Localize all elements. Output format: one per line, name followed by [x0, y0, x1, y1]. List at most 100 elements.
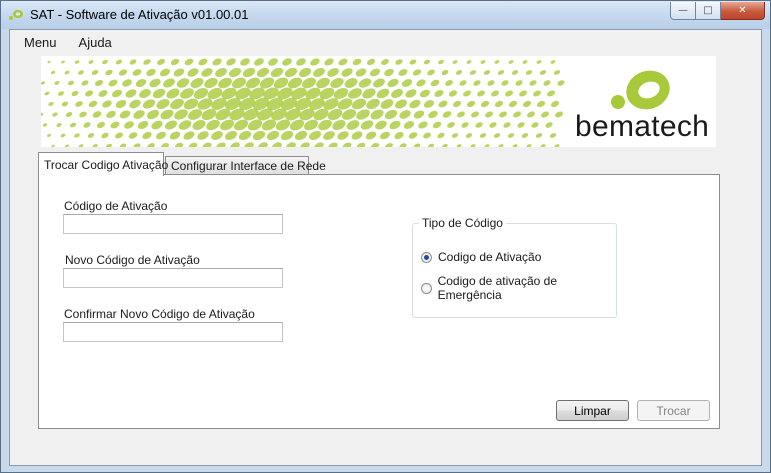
banner-dot — [342, 142, 352, 147]
title-bar[interactable]: SAT - Software de Ativação v01.00.01 — □… — [1, 1, 770, 29]
banner-dot — [313, 68, 325, 77]
banner-dot — [413, 143, 421, 147]
radio-unchecked-icon[interactable] — [421, 282, 432, 294]
maximize-button[interactable]: □ — [696, 2, 721, 20]
banner-dot — [327, 68, 339, 77]
banner-dot — [434, 90, 444, 97]
codigo-ativacao-input[interactable] — [63, 214, 283, 234]
banner-dot — [142, 99, 156, 109]
banner-dot — [497, 70, 505, 75]
banner-dot — [346, 120, 360, 130]
banner-dot — [212, 58, 222, 66]
banner-dot — [356, 142, 366, 147]
banner-dot — [391, 89, 403, 98]
banner-dot — [550, 60, 556, 64]
banner-dot — [535, 133, 543, 138]
banner-dot — [457, 111, 465, 118]
bematech-logo-icon — [611, 70, 670, 110]
banner-dot — [91, 69, 99, 76]
banner-dot — [84, 90, 94, 97]
banner-dot — [156, 131, 166, 140]
banner-dot — [452, 100, 462, 108]
limpar-button[interactable]: Limpar — [556, 400, 629, 421]
menu-item-ajuda[interactable]: Ajuda — [71, 35, 120, 50]
banner-dot — [139, 89, 151, 98]
banner-dot — [174, 142, 184, 147]
banner-dot — [101, 132, 109, 139]
banner-dot — [547, 90, 555, 97]
banner-dot — [403, 121, 415, 129]
banner-dot — [480, 100, 490, 108]
banner-dot — [366, 98, 380, 110]
banner-dot — [423, 59, 431, 65]
banner-dot — [124, 121, 134, 129]
close-button[interactable]: ✕ — [721, 2, 765, 20]
trocar-button[interactable]: Trocar — [637, 400, 710, 421]
banner-dot — [477, 90, 485, 97]
banner-dot — [473, 80, 481, 86]
banner-dot — [244, 142, 254, 147]
tab-configurar-rede[interactable]: Configurar Interface de Rede — [165, 156, 326, 175]
banner-dot — [370, 142, 380, 147]
banner-dot — [129, 59, 137, 65]
banner-dot — [146, 68, 156, 77]
banner-dot — [294, 130, 308, 141]
banner-dot — [81, 80, 89, 86]
banner-dot — [539, 70, 547, 75]
banner-dot — [190, 78, 204, 88]
brand-wordmark: bematech — [575, 110, 710, 143]
menu-item-menu[interactable]: Menu — [16, 35, 65, 50]
bematech-banner: bematech — [41, 56, 716, 147]
banner-dot — [441, 69, 449, 76]
banner-dot — [230, 142, 240, 147]
banner-dot — [337, 131, 349, 140]
banner-dot — [423, 100, 435, 108]
banner-dot — [156, 99, 170, 109]
radio-codigo-ativacao[interactable]: Codigo de Ativação — [421, 250, 541, 264]
banner-dot — [484, 144, 490, 147]
tab-trocar-codigo[interactable]: Trocar Codigo Ativação — [38, 152, 168, 176]
banner-dot — [149, 78, 161, 88]
banner-dot — [489, 122, 497, 128]
banner-dot — [442, 111, 452, 118]
banner-dot — [471, 111, 479, 118]
banner-dot — [493, 133, 501, 138]
banner-dot — [463, 90, 471, 97]
banner-dot — [300, 142, 310, 147]
radio-codigo-emergencia[interactable]: Codigo de ativação de Emergência — [421, 274, 616, 302]
banner-dot — [541, 111, 549, 118]
banner-dot — [173, 68, 185, 77]
banner-dot — [256, 67, 270, 78]
banner-dot — [174, 109, 188, 120]
banner-dot — [270, 67, 284, 78]
banner-dot — [54, 81, 60, 85]
banner-dot — [517, 122, 525, 128]
banner-dot — [71, 90, 79, 97]
banner-dot — [438, 100, 448, 108]
banner-dot — [451, 133, 459, 138]
banner-dot — [452, 60, 458, 64]
banner-dot — [266, 130, 280, 141]
banner-dot — [529, 80, 537, 86]
banner-dot — [423, 132, 431, 139]
banner-dot — [310, 58, 320, 66]
banner-dot — [455, 70, 463, 75]
banner-dot — [163, 78, 175, 88]
banner-dot — [133, 143, 141, 147]
banner-dot — [356, 109, 370, 120]
banner-dot — [442, 143, 448, 147]
banner-dot — [142, 131, 152, 140]
minimize-button[interactable]: — — [670, 2, 696, 20]
tab-panel-trocar-codigo: Código de Ativação Novo Código de Ativaç… — [38, 174, 720, 429]
banner-dot — [298, 67, 312, 78]
radio-checked-icon[interactable] — [421, 251, 432, 263]
banner-dot — [216, 142, 226, 147]
banner-dot — [550, 100, 560, 108]
banner-dot — [483, 70, 491, 75]
novo-codigo-input[interactable] — [63, 268, 283, 288]
bematech-app-icon — [9, 10, 23, 20]
confirmar-codigo-input[interactable] — [63, 322, 283, 342]
banner-dot — [132, 69, 142, 76]
banner-dot — [122, 79, 132, 87]
banner-dot — [225, 130, 237, 141]
